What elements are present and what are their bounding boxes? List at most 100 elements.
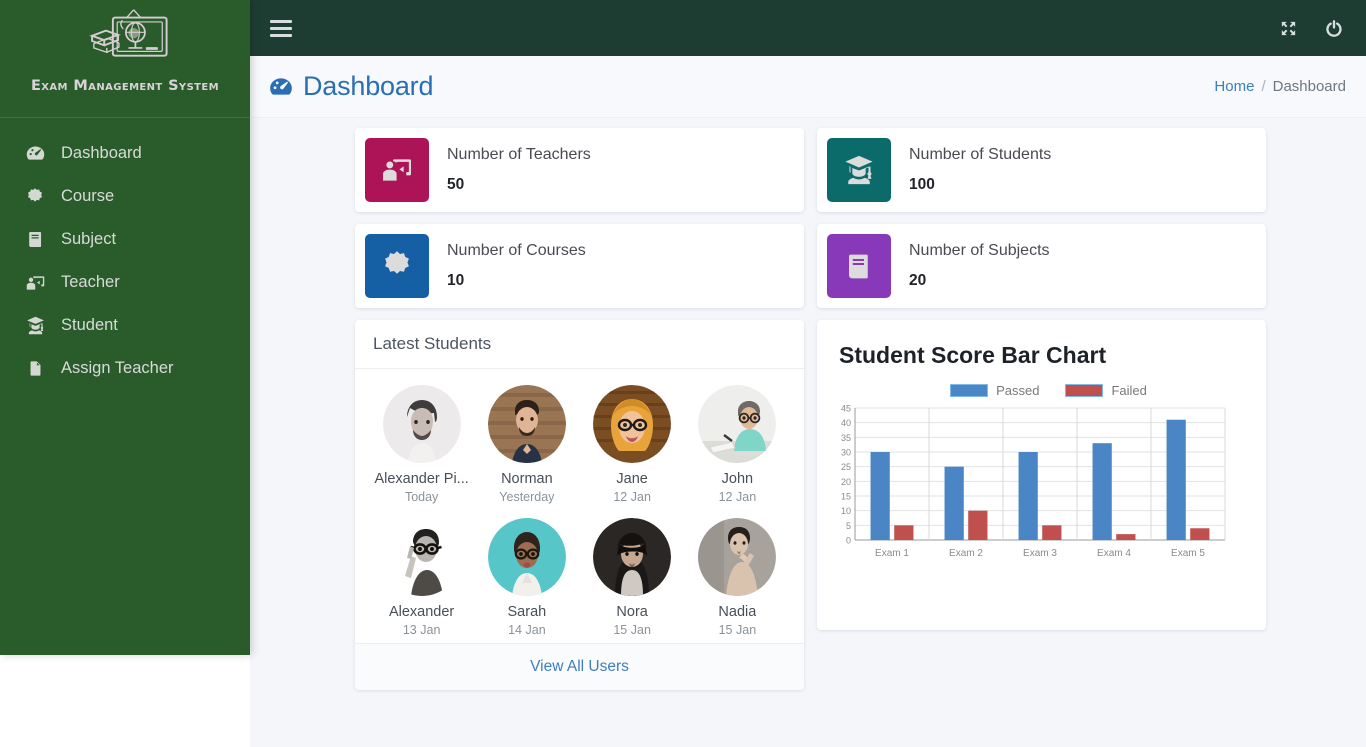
legend-entry-failed[interactable]: Failed [1065,383,1147,398]
sidebar-item-dashboard[interactable]: Dashboard [0,132,250,175]
y-tick-label: 15 [841,492,851,502]
breadcrumb-separator: / [1261,78,1266,95]
student-item[interactable]: Nora 15 Jan [580,518,685,637]
bar-failed-3 [1042,525,1062,540]
legend-entry-passed[interactable]: Passed [950,383,1039,398]
stat-text: Number of Courses 10 [447,242,586,290]
chart-legend: Passed Failed [849,383,1248,398]
y-tick-label: 40 [841,418,851,428]
book-icon [827,234,891,298]
main-content: Number of Teachers 50 Number of Students… [250,118,1366,747]
bar-passed-2 [944,466,964,540]
stat-value: 10 [447,271,465,289]
stat-value: 50 [447,175,465,193]
file-icon [22,358,48,380]
x-tick-label: Exam 1 [875,548,909,559]
student-item[interactable]: Jane 12 Jan [580,385,685,504]
user-graduate-icon [22,315,48,337]
student-date: 14 Jan [508,623,546,637]
bar-chart-canvas[interactable]: 0 5 10 15 20 25 30 35 40 45 Exam 1 Exam 2 Exam 3 Exam… [829,404,1229,564]
student-date: Yesterday [499,490,555,504]
student-name: Alexander Pi... [374,471,469,487]
man-beard-grayscale-avatar [382,385,461,463]
page-title-wrap: Dashboard [268,71,433,102]
chalkboard-teacher-icon [22,272,48,294]
student-item[interactable]: Nadia 15 Jan [685,518,790,637]
student-item[interactable]: Alexander Pi... Today [369,385,474,504]
expand-arrows-icon[interactable] [1279,19,1298,38]
legend-label: Passed [996,383,1040,398]
certificate-icon [22,186,48,208]
student-date: 15 Jan [718,623,757,637]
student-item[interactable]: Alexander 13 Jan [369,518,474,637]
student-score-chart-panel: Student Score Bar Chart Passed Failed 0 5… [817,320,1266,630]
stat-label: Number of Courses [447,242,586,260]
bar-failed-1 [894,525,914,540]
sidebar-item-course[interactable]: Course [0,175,250,218]
dashboard-page: Exam Management System Dashboard Course … [0,0,1366,747]
x-tick-label: Exam 4 [1097,548,1131,559]
stat-card-courses[interactable]: Number of Courses 10 [355,224,804,308]
sidebar-item-subject[interactable]: Subject [0,218,250,261]
y-tick-label: 10 [841,506,851,516]
view-all-users-link[interactable]: View All Users [530,658,629,676]
sidebar-item-label: Course [61,187,115,206]
bar-failed-4 [1116,534,1136,540]
sidebar-item-teacher[interactable]: Teacher [0,261,250,304]
student-date: 13 Jan [402,623,441,637]
stat-card-subjects[interactable]: Number of Subjects 20 [817,224,1266,308]
power-off-icon[interactable] [1324,18,1344,38]
bar-failed-2 [968,510,988,540]
student-item[interactable]: John 12 Jan [685,385,790,504]
dashboard-grid: Number of Teachers 50 Number of Students… [355,128,1266,690]
y-tick-label: 0 [846,536,851,546]
stat-value: 20 [909,271,927,289]
stat-text: Number of Subjects 20 [909,242,1050,290]
y-tick-label: 45 [841,404,851,414]
sidebar-item-label: Subject [61,230,117,249]
woman-dark-hair-avatar [593,518,672,596]
student-name: Nora [616,604,648,620]
panel-header: Latest Students [355,320,804,369]
sidebar-item-assign-teacher[interactable]: Assign Teacher [0,347,250,390]
stat-card-teachers[interactable]: Number of Teachers 50 [355,128,804,212]
bar-passed-1 [870,452,890,540]
student-date: 15 Jan [613,623,651,637]
woman-glasses-teal-avatar [487,518,566,596]
y-tick-label: 5 [846,521,851,531]
x-tick-label: Exam 5 [1171,548,1205,559]
x-tick-label: Exam 3 [1023,548,1057,559]
sidebar-item-label: Dashboard [61,144,142,163]
page-title: Dashboard [303,71,434,101]
chart-area: Passed Failed 0 5 10 15 20 25 30 35 40 45 Exam 1 Ex… [817,369,1266,574]
student-date: 12 Jan [718,490,757,504]
bar-passed-5 [1166,419,1186,540]
bar-passed-4 [1092,443,1112,540]
chart-title: Student Score Bar Chart [839,342,1107,368]
student-item[interactable]: Sarah 14 Jan [474,518,579,637]
stat-label: Number of Teachers [447,146,591,164]
hamburger-icon[interactable] [270,15,296,41]
sidebar: Exam Management System Dashboard Course … [0,0,250,655]
breadcrumb-home-link[interactable]: Home [1214,78,1254,95]
legend-swatch-passed [950,384,989,397]
woman-hand-chin-avatar [698,518,777,596]
student-item[interactable]: Norman Yesterday [474,385,579,504]
sidebar-item-label: Teacher [61,273,120,292]
students-panel-footer: View All Users [355,643,804,690]
man-glasses-pointing-avatar [382,518,461,596]
stat-label: Number of Students [909,146,1052,164]
topbar-actions [1279,18,1344,38]
sidebar-item-student[interactable]: Student [0,304,250,347]
tachometer-icon [268,74,294,100]
sidebar-item-label: Assign Teacher [61,359,174,378]
user-graduate-icon [827,138,891,202]
panel-title: Latest Students [373,334,492,353]
blackboard-globe-books-logo [89,9,168,57]
stat-card-students[interactable]: Number of Students 100 [817,128,1266,212]
student-name: Nadia [718,604,757,620]
book-icon [22,229,48,251]
man-wood-background-avatar [487,385,566,463]
brand-header[interactable]: Exam Management System [0,0,250,118]
student-name: Sarah [507,604,547,620]
